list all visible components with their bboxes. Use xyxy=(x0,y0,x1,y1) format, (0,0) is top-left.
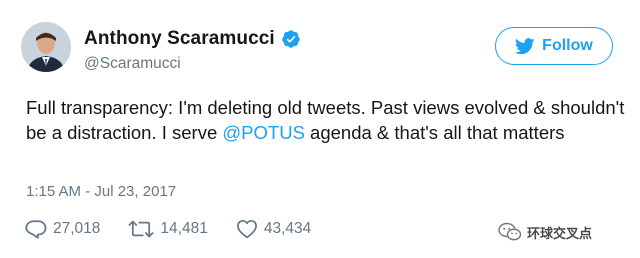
avatar[interactable] xyxy=(21,22,71,72)
watermark: 环球交叉点 xyxy=(498,222,592,242)
retweet-button[interactable]: 14,481 xyxy=(128,219,208,239)
tweet-text: Full transparency: I'm deleting old twee… xyxy=(26,96,626,145)
display-name[interactable]: Anthony Scaramucci xyxy=(84,28,275,50)
verified-badge-icon xyxy=(282,30,300,48)
follow-button[interactable]: Follow xyxy=(495,27,613,65)
follow-button-label: Follow xyxy=(542,37,593,54)
watermark-text: 环球交叉点 xyxy=(527,225,593,241)
user-name-row: Anthony Scaramucci xyxy=(84,28,301,50)
reply-count: 27,018 xyxy=(53,220,101,237)
tweet-actions: 27,018 14,481 43,434 xyxy=(25,219,339,239)
tweet-card: Anthony Scaramucci @Scaramucci Follow Fu… xyxy=(0,0,640,258)
retweet-count: 14,481 xyxy=(160,220,208,237)
retweet-icon xyxy=(128,220,154,238)
mention-link[interactable]: @POTUS xyxy=(222,122,305,143)
tweet-timestamp[interactable]: 1:15 AM - Jul 23, 2017 xyxy=(26,183,176,200)
reply-button[interactable]: 27,018 xyxy=(25,219,100,239)
heart-icon xyxy=(236,219,257,239)
tweet-text-part-2: agenda & that's all that matters xyxy=(304,121,565,143)
reply-icon xyxy=(25,220,47,239)
like-button[interactable]: 43,434 xyxy=(236,219,311,239)
user-handle[interactable]: @Scaramucci xyxy=(84,55,181,73)
twitter-bird-icon xyxy=(515,37,535,54)
like-count: 43,434 xyxy=(263,220,312,237)
wechat-icon xyxy=(498,222,522,241)
